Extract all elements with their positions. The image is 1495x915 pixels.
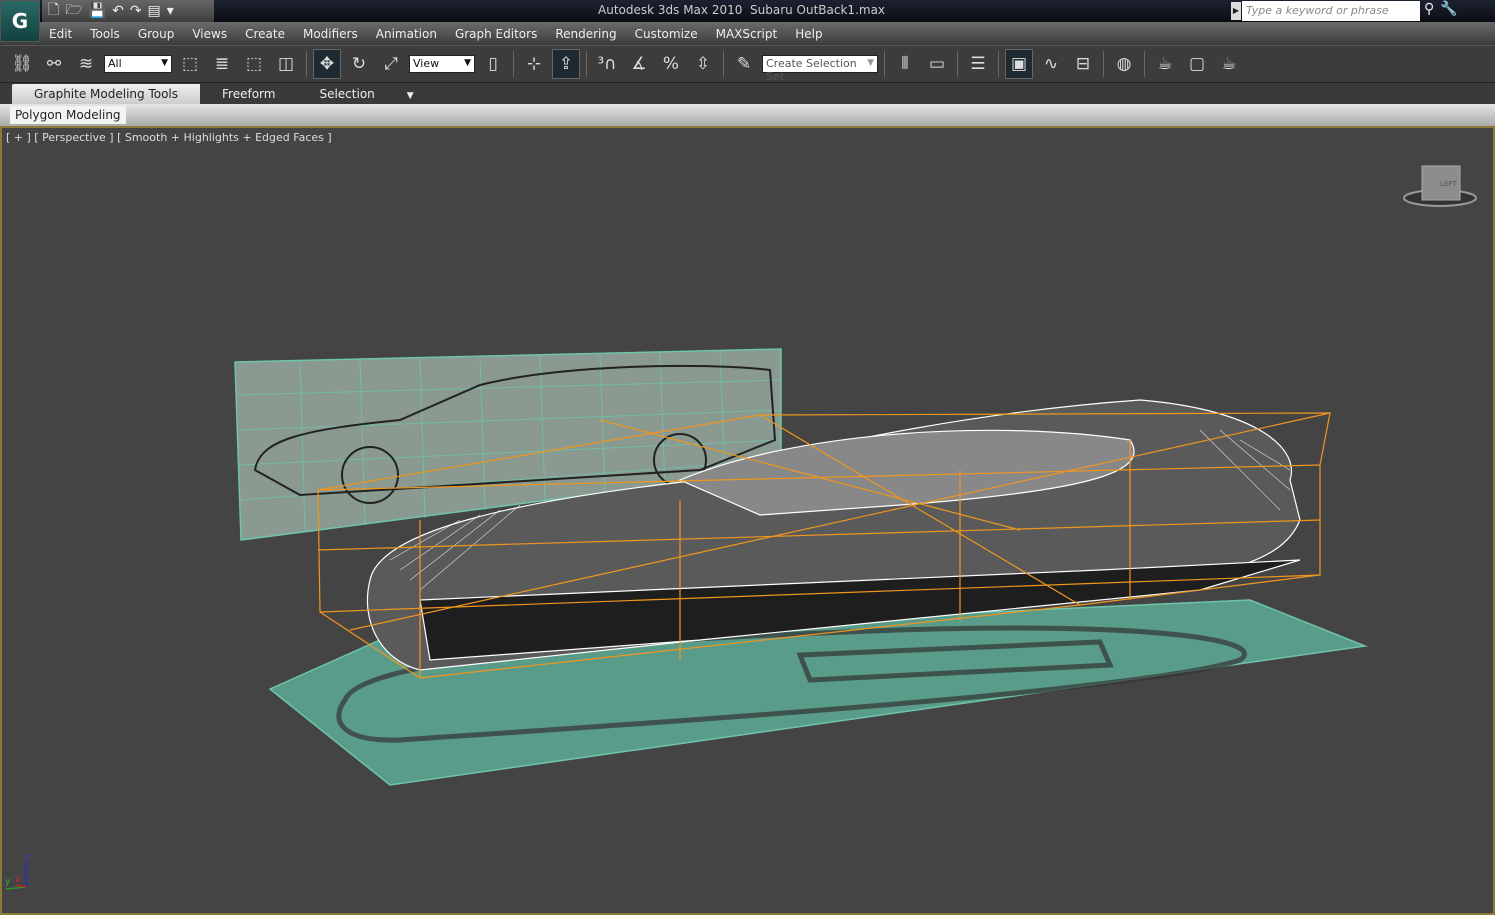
named-selection-set-dropdown[interactable]: Create Selection Set ▼ [762,55,878,83]
app-title: Autodesk 3ds Max 2010 [598,3,743,17]
perspective-viewport[interactable]: [ + ] [ Perspective ] [ Smooth + Highlig… [0,126,1495,915]
divider [998,51,999,77]
divider [306,51,307,77]
menu-views[interactable]: Views [183,27,236,41]
divider [1144,51,1145,77]
divider [884,51,885,77]
render-setup-icon[interactable]: ☕ [1151,49,1179,79]
project-folder-icon[interactable]: ▤ [148,3,161,19]
link-icon[interactable]: ⛓ [8,49,36,79]
divider [1103,51,1104,77]
curve-editor-icon[interactable]: ∿ [1037,49,1065,79]
align-icon[interactable]: ▭ [923,49,951,79]
schematic-view-icon[interactable]: ⊟ [1069,49,1097,79]
render-production-icon[interactable]: ☕ [1215,49,1243,79]
selection-set-value: Create Selection Set [766,57,857,83]
ref-coord-value: View [413,57,440,70]
window-crossing-icon[interactable]: ◫ [272,49,300,79]
mirror-icon[interactable]: ⫴ [891,49,919,79]
material-editor-icon[interactable]: ◍ [1110,49,1138,79]
manipulate-icon[interactable]: ⊹ [520,49,548,79]
selection-filter-dropdown[interactable]: All ▼ [104,55,172,73]
qat-dropdown-icon[interactable]: ▾ [167,3,174,19]
polygon-modeling-panel[interactable]: Polygon Modeling [10,106,126,124]
select-by-name-icon[interactable]: ≣ [208,49,236,79]
percent-snap-icon[interactable]: % [657,49,685,79]
save-icon[interactable]: 💾 [89,3,106,19]
application-button[interactable]: G [0,0,40,42]
title-bar: Autodesk 3ds Max 2010 Subaru OutBack1.ma… [0,0,1495,22]
spinner-snap-icon[interactable]: ⇳ [689,49,717,79]
rendered-frame-window-icon[interactable]: ▢ [1183,49,1211,79]
rotate-icon[interactable]: ↻ [345,49,373,79]
binoculars-icon[interactable]: ⚲ [1424,1,1434,17]
divider [513,51,514,77]
menu-edit[interactable]: Edit [40,27,81,41]
rectangular-selection-icon[interactable]: ⬚ [240,49,268,79]
ribbon-options-icon[interactable]: ▼ [397,88,424,104]
open-file-icon[interactable]: 🗁 [65,0,82,23]
undo-icon[interactable]: ↶ [112,3,124,19]
snaps-toggle-icon[interactable]: ³∩ [593,49,621,79]
menu-rendering[interactable]: Rendering [546,27,625,41]
search-input[interactable]: Type a keyword or phrase [1242,1,1420,21]
ribbon-panel: Polygon Modeling [0,104,1495,126]
layer-manager-icon[interactable]: ☰ [964,49,992,79]
tab-graphite-modeling-tools[interactable]: Graphite Modeling Tools [12,84,201,104]
menu-help[interactable]: Help [786,27,831,41]
reference-coordinate-dropdown[interactable]: View ▼ [409,55,475,73]
keyboard-shortcut-override-icon[interactable]: ⇪ [552,49,580,79]
menu-tools[interactable]: Tools [81,27,129,41]
ribbon-tabs: Graphite Modeling Tools Freeform Selecti… [0,83,1495,104]
file-title: Subaru OutBack1.max [750,3,886,17]
menu-maxscript[interactable]: MAXScript [707,27,787,41]
menu-customize[interactable]: Customize [626,27,707,41]
viewcube-face-label: LEFT [1440,180,1457,188]
key-icon[interactable]: 🔧 [1440,1,1457,17]
menu-create[interactable]: Create [236,27,294,41]
menu-graph-editors[interactable]: Graph Editors [446,27,546,41]
edit-named-selection-icon[interactable]: ✎ [730,49,758,79]
divider [586,51,587,77]
bind-space-warp-icon[interactable]: ≋ [72,49,100,79]
angle-snap-icon[interactable]: ∡ [625,49,653,79]
graphite-toggle-icon[interactable]: ▣ [1005,49,1033,79]
main-toolbar: ⛓ ⚯ ≋ All ▼ ⬚ ≣ ⬚ ◫ ✥ ↻ ⤢ View ▼ ▯ ⊹ ⇪ ³∩ … [0,45,1495,83]
redo-icon[interactable]: ↷ [130,3,142,19]
viewport-label[interactable]: [ + ] [ Perspective ] [ Smooth + Highlig… [6,131,332,144]
menu-animation[interactable]: Animation [367,27,446,41]
move-icon[interactable]: ✥ [313,49,341,79]
pivot-center-icon[interactable]: ▯ [479,49,507,79]
menu-bar: Edit Tools Group Views Create Modifiers … [0,22,1495,45]
selection-filter-value: All [108,57,122,70]
select-object-icon[interactable]: ⬚ [176,49,204,79]
scale-icon[interactable]: ⤢ [377,49,405,79]
unlink-icon[interactable]: ⚯ [40,49,68,79]
divider [723,51,724,77]
menu-modifiers[interactable]: Modifiers [294,27,367,41]
new-file-icon[interactable]: 🗋 [48,0,59,23]
tab-freeform[interactable]: Freeform [200,84,297,104]
divider [957,51,958,77]
quick-access-toolbar: 🗋 🗁 💾 ↶ ↷ ▤ ▾ [42,0,214,22]
search-expand-button[interactable]: ▶ [1231,2,1241,20]
menu-group[interactable]: Group [129,27,184,41]
tab-selection[interactable]: Selection [297,84,396,104]
